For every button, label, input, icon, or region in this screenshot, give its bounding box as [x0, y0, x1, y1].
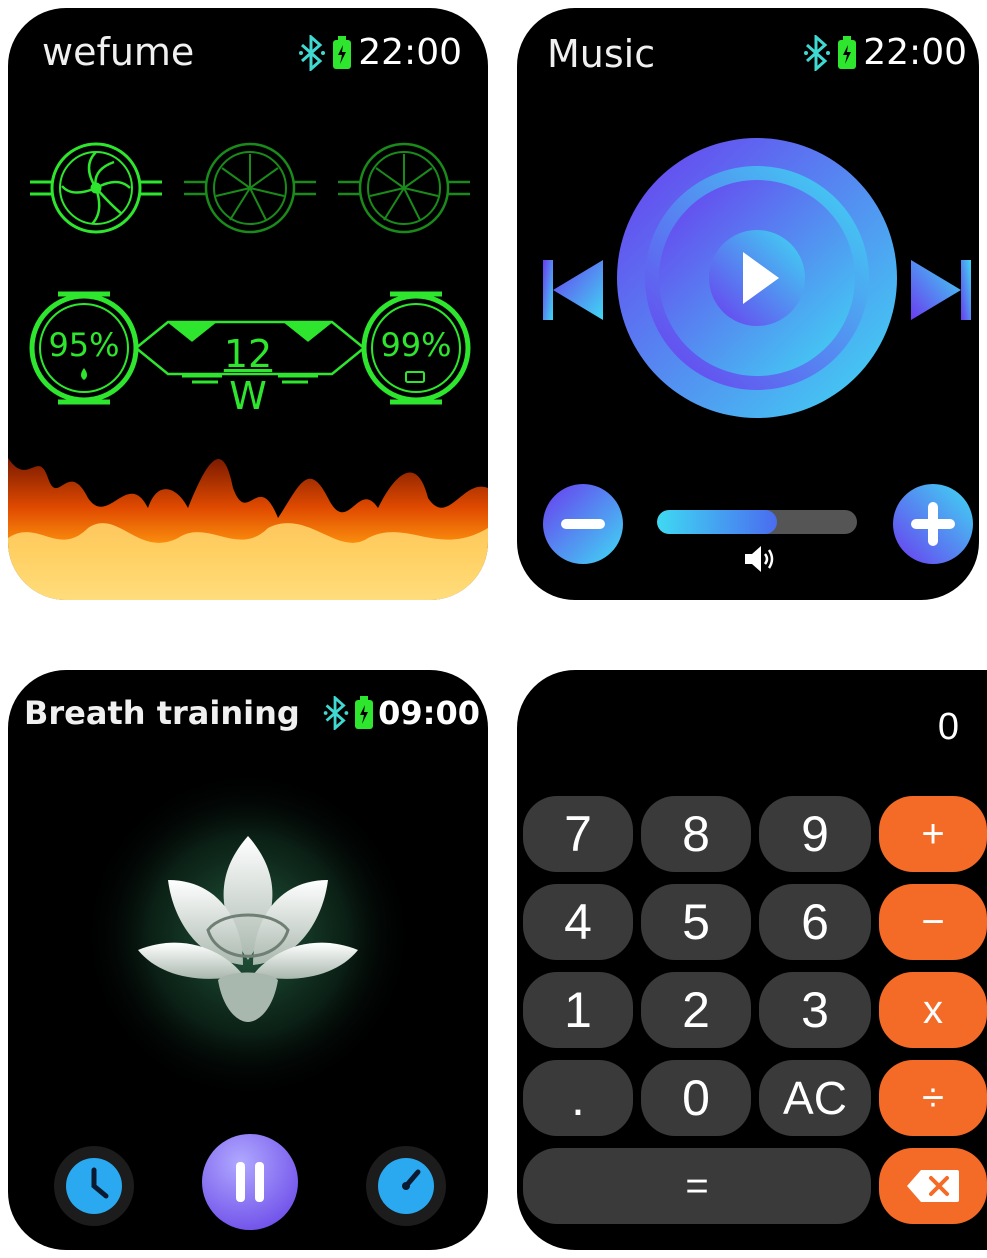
key-4[interactable]: 4 [523, 884, 633, 960]
watchface-breath: Breath training 09:00 [8, 670, 488, 1250]
key-backspace[interactable] [879, 1148, 987, 1224]
bluetooth-icon [299, 34, 326, 71]
clock-button[interactable] [52, 1144, 136, 1228]
volume-slider[interactable] [657, 510, 857, 534]
breath-time: 09:00 [378, 694, 480, 732]
turbine-right-icon [338, 142, 470, 234]
next-track-button[interactable] [901, 258, 977, 338]
key-equals[interactable]: = [523, 1148, 871, 1224]
right-gauge-value: 99% [380, 326, 452, 364]
watchface-music: Music 22:00 [517, 8, 979, 600]
volume-slider-fill [657, 510, 777, 534]
lotus-graphic [83, 770, 413, 1100]
pause-button[interactable] [200, 1132, 300, 1232]
key-divide[interactable]: ÷ [879, 1060, 987, 1136]
power-unit: W [229, 374, 267, 418]
key-6[interactable]: 6 [759, 884, 871, 960]
flame-graphic [8, 458, 488, 600]
music-status-bar: 22:00 [803, 32, 967, 73]
battery-icon [405, 371, 425, 383]
key-multiply[interactable]: x [879, 972, 987, 1048]
music-time: 22:00 [863, 32, 967, 73]
gauge-button[interactable] [364, 1144, 448, 1228]
left-gauge-value: 95% [48, 326, 120, 364]
backspace-icon [907, 1170, 959, 1202]
turbine-icons [30, 142, 470, 234]
key-clear[interactable]: AC [759, 1060, 871, 1136]
key-2[interactable]: 2 [641, 972, 751, 1048]
prev-track-button[interactable] [537, 258, 617, 338]
turbine-left-icon [30, 142, 162, 234]
pause-icon [236, 1162, 245, 1202]
breath-status-bar: 09:00 [322, 694, 480, 732]
key-8[interactable]: 8 [641, 796, 751, 872]
music-title: Music [547, 32, 656, 76]
speaker-icon [745, 546, 774, 572]
key-minus[interactable]: − [879, 884, 987, 960]
battery-charging-icon [838, 35, 857, 69]
power-value: 12 [223, 332, 273, 376]
breath-title: Breath training [24, 694, 300, 732]
turbine-middle-icon [184, 142, 316, 234]
battery-charging-icon [355, 696, 374, 729]
key-5[interactable]: 5 [641, 884, 751, 960]
play-button[interactable] [707, 238, 807, 338]
key-plus[interactable]: + [879, 796, 987, 872]
watchface-calculator: 0 7 8 9 + 4 5 6 − 1 2 3 x . 0 AC ÷ = [517, 670, 987, 1250]
key-1[interactable]: 1 [523, 972, 633, 1048]
key-0[interactable]: 0 [641, 1060, 751, 1136]
bluetooth-icon [323, 696, 349, 730]
vape-title: wefume [42, 30, 195, 74]
key-7[interactable]: 7 [523, 796, 633, 872]
key-3[interactable]: 3 [759, 972, 871, 1048]
vape-status-bar: 22:00 [298, 32, 462, 73]
vape-time: 22:00 [358, 32, 462, 73]
calculator-display: 0 [937, 706, 959, 748]
volume-down-button[interactable] [541, 482, 625, 566]
drop-icon [81, 368, 87, 380]
battery-charging-icon [333, 35, 352, 69]
key-decimal[interactable]: . [523, 1060, 633, 1136]
plus-icon [928, 502, 938, 546]
watchface-vape: wefume 22:00 95% 99% 12 W [8, 8, 488, 600]
key-9[interactable]: 9 [759, 796, 871, 872]
minus-icon [561, 519, 605, 529]
bluetooth-icon [804, 34, 831, 71]
volume-up-button[interactable] [891, 482, 975, 566]
